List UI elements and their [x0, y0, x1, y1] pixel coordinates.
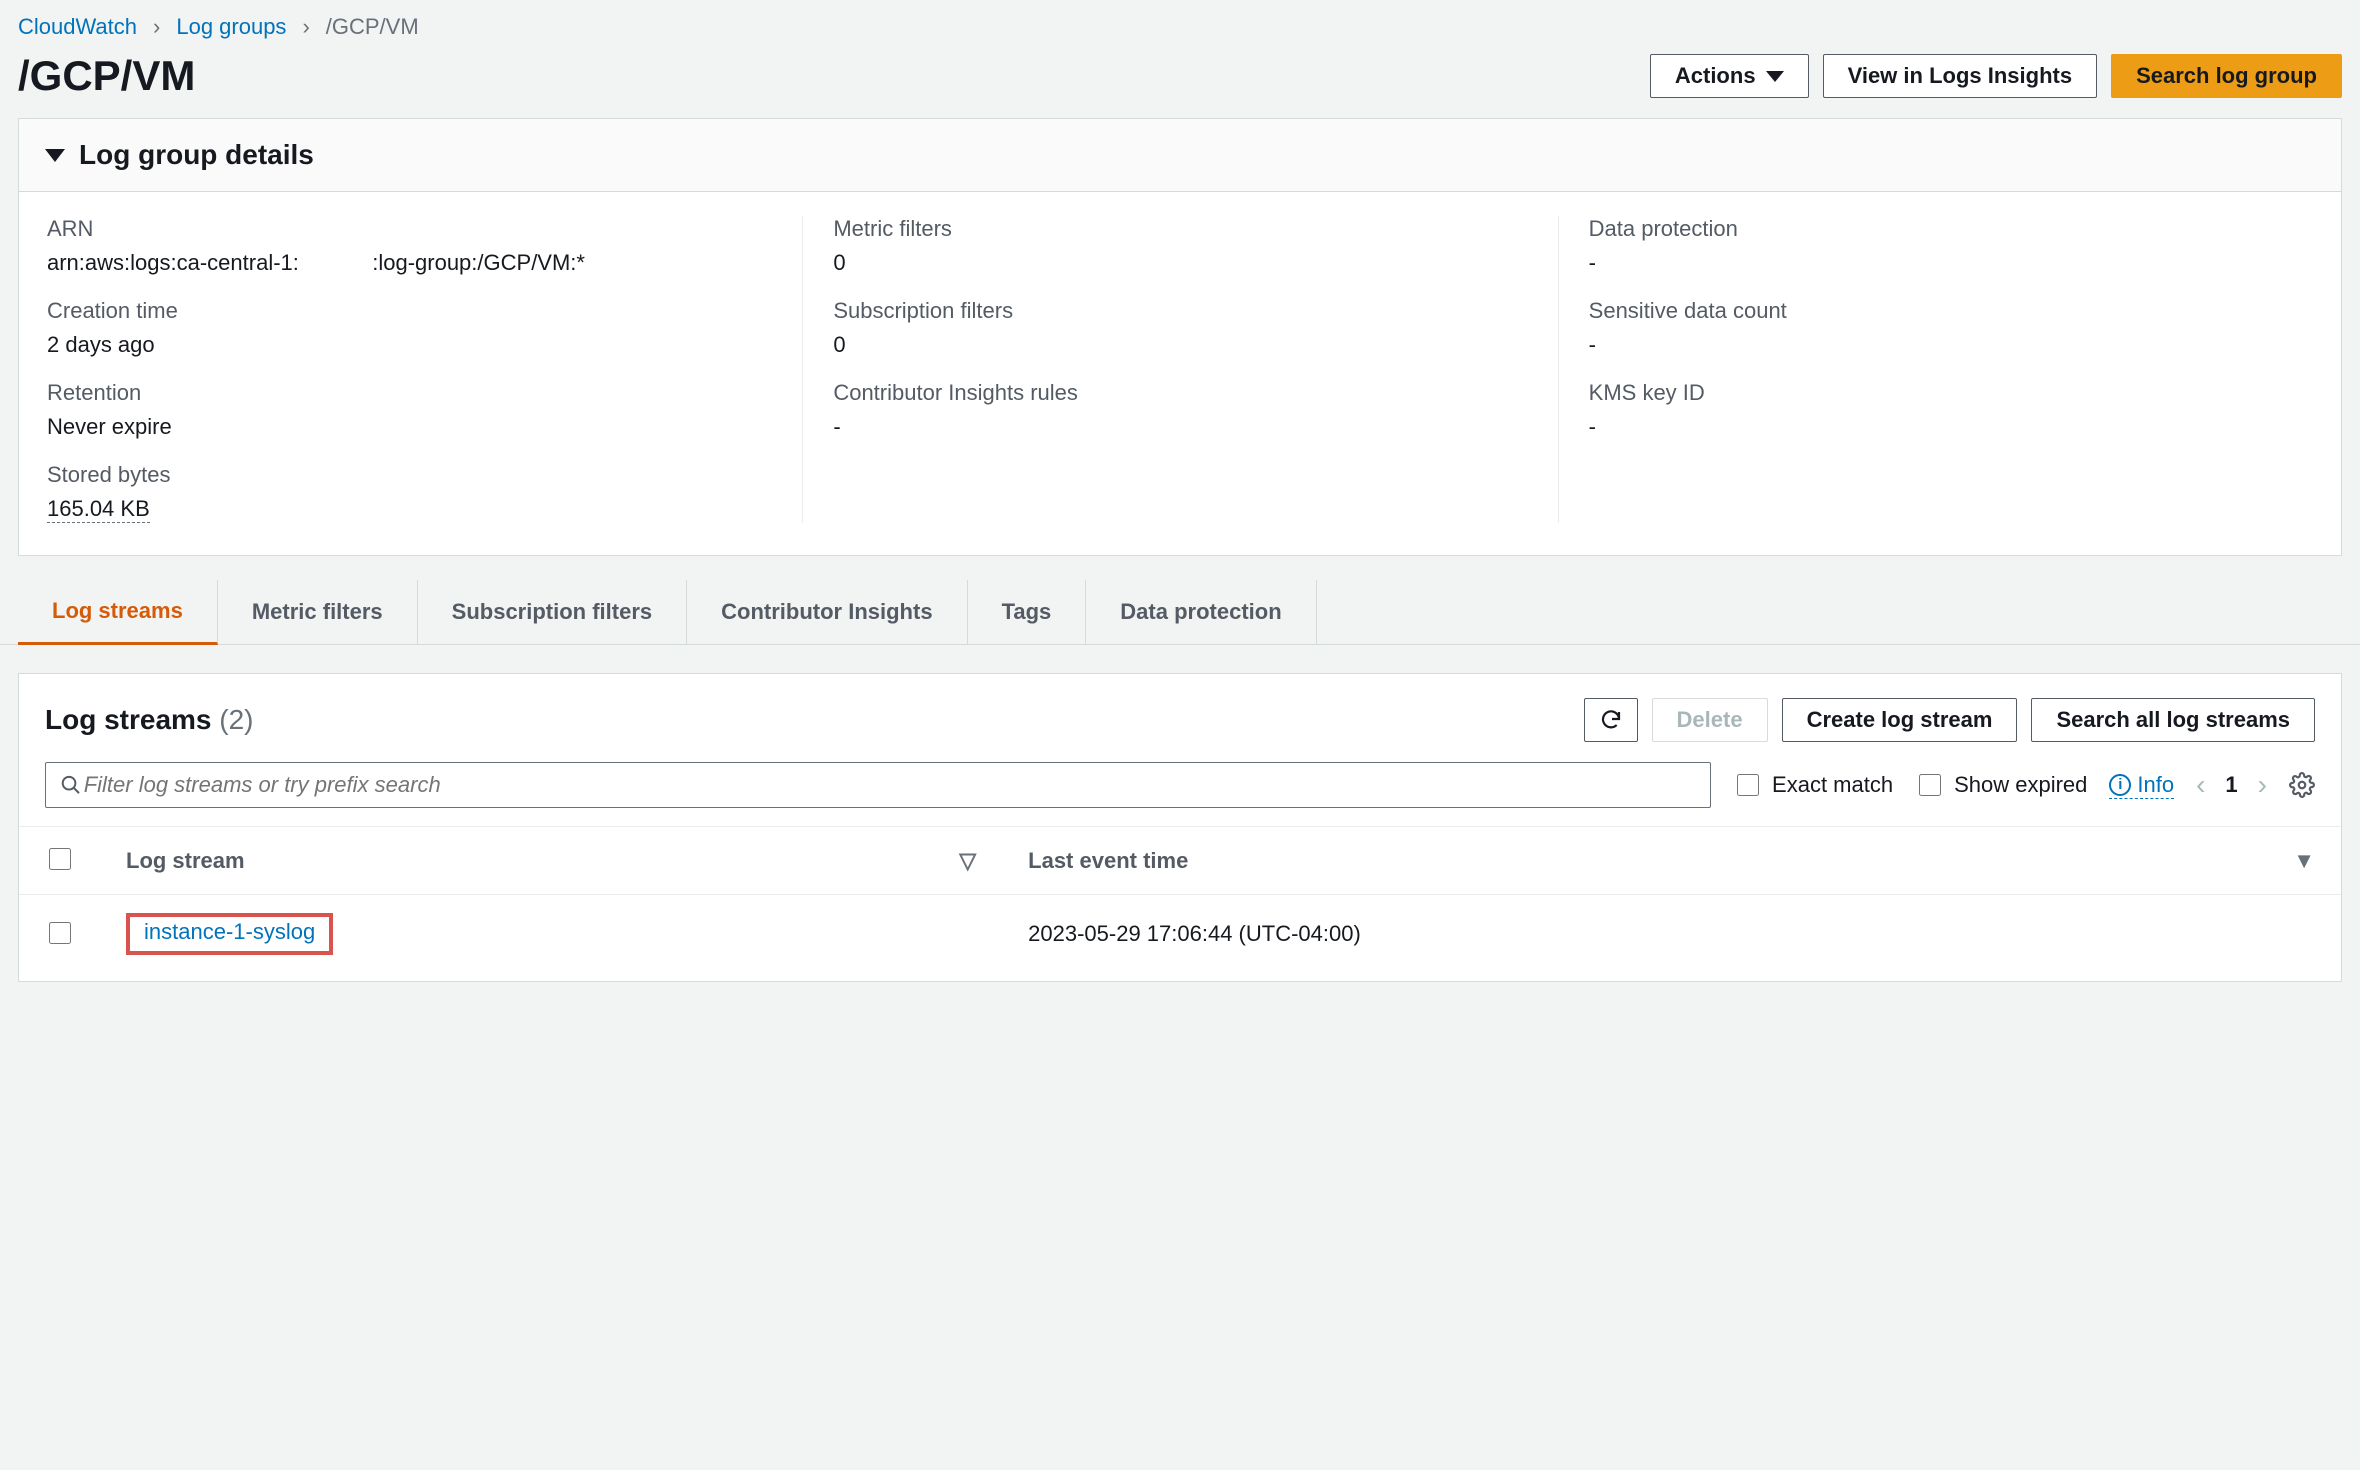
- streams-actions: Delete Create log stream Search all log …: [1584, 698, 2315, 742]
- highlight-annotation: instance-1-syslog: [126, 913, 333, 955]
- refresh-icon: [1599, 708, 1623, 732]
- pager: ‹ 1 ›: [2196, 769, 2267, 801]
- log-streams-table: Log stream ▽ Last event time ▼ instance-…: [19, 827, 2341, 973]
- creation-time-value: 2 days ago: [47, 332, 772, 358]
- settings-button[interactable]: [2289, 772, 2315, 798]
- stored-bytes-value: 165.04 KB: [47, 496, 772, 523]
- select-all-header: [19, 827, 100, 895]
- sort-icon: ▼: [2293, 848, 2315, 874]
- pager-prev[interactable]: ‹: [2196, 769, 2205, 801]
- detail-tabs: Log streams Metric filters Subscription …: [0, 580, 2360, 645]
- retention-value: Never expire: [47, 414, 772, 440]
- show-expired-option[interactable]: Show expired: [1915, 771, 2087, 799]
- data-protection-label: Data protection: [1589, 216, 2283, 242]
- table-row: instance-1-syslog 2023-05-29 17:06:44 (U…: [19, 895, 2341, 974]
- refresh-button[interactable]: [1584, 698, 1638, 742]
- tab-tags[interactable]: Tags: [968, 580, 1087, 644]
- details-col-3: Data protection - Sensitive data count -…: [1558, 216, 2313, 523]
- table-header-row: Log stream ▽ Last event time ▼: [19, 827, 2341, 895]
- last-event-time-cell: 2023-05-29 17:06:44 (UTC-04:00): [1002, 895, 2341, 974]
- exact-match-option[interactable]: Exact match: [1733, 771, 1893, 799]
- caret-down-icon: [1766, 71, 1784, 82]
- creation-time-label: Creation time: [47, 298, 772, 324]
- search-all-streams-button[interactable]: Search all log streams: [2031, 698, 2315, 742]
- tab-metric-filters[interactable]: Metric filters: [218, 580, 418, 644]
- details-panel-header[interactable]: Log group details: [19, 119, 2341, 192]
- arn-value: arn:aws:logs:ca-central-1: :log-group:/G…: [47, 250, 772, 276]
- details-panel-title: Log group details: [79, 139, 314, 171]
- create-log-stream-button[interactable]: Create log stream: [1782, 698, 2018, 742]
- arn-label: ARN: [47, 216, 772, 242]
- gear-icon: [2289, 772, 2315, 798]
- pager-next[interactable]: ›: [2258, 769, 2267, 801]
- row-checkbox[interactable]: [49, 922, 71, 944]
- collapse-triangle-icon: [45, 149, 65, 162]
- chevron-right-icon: ›: [302, 14, 309, 40]
- actions-button-label: Actions: [1675, 63, 1756, 89]
- show-expired-label: Show expired: [1954, 772, 2087, 798]
- sort-icon: ▽: [959, 848, 976, 874]
- select-all-checkbox[interactable]: [49, 848, 71, 870]
- metric-filters-value: 0: [833, 250, 1527, 276]
- page-header: /GCP/VM Actions View in Logs Insights Se…: [0, 48, 2360, 118]
- retention-label: Retention: [47, 380, 772, 406]
- delete-button[interactable]: Delete: [1652, 698, 1768, 742]
- streams-header: Log streams (2) Delete Create log stream…: [19, 674, 2341, 754]
- contributor-insights-value: -: [833, 414, 1527, 440]
- log-stream-link[interactable]: instance-1-syslog: [144, 919, 315, 944]
- streams-title: Log streams (2): [45, 704, 254, 736]
- info-link[interactable]: i Info: [2109, 772, 2174, 799]
- pager-page: 1: [2225, 772, 2237, 798]
- streams-filter-row: Exact match Show expired i Info ‹ 1 ›: [19, 754, 2341, 827]
- tab-log-streams[interactable]: Log streams: [18, 580, 218, 645]
- stored-bytes-label: Stored bytes: [47, 462, 772, 488]
- breadcrumb-current: /GCP/VM: [326, 14, 419, 40]
- chevron-right-icon: ›: [153, 14, 160, 40]
- breadcrumb: CloudWatch › Log groups › /GCP/VM: [0, 0, 2360, 48]
- sensitive-data-label: Sensitive data count: [1589, 298, 2283, 324]
- search-wrap[interactable]: [45, 762, 1711, 808]
- tab-subscription-filters[interactable]: Subscription filters: [418, 580, 687, 644]
- sensitive-data-value: -: [1589, 332, 2283, 358]
- exact-match-label: Exact match: [1772, 772, 1893, 798]
- actions-button[interactable]: Actions: [1650, 54, 1809, 98]
- page-title: /GCP/VM: [18, 52, 195, 100]
- col-log-stream[interactable]: Log stream ▽: [100, 827, 1002, 895]
- breadcrumb-parent[interactable]: Log groups: [176, 14, 286, 40]
- streams-count: (2): [219, 704, 253, 735]
- tab-data-protection[interactable]: Data protection: [1086, 580, 1316, 644]
- breadcrumb-root[interactable]: CloudWatch: [18, 14, 137, 40]
- details-col-2: Metric filters 0 Subscription filters 0 …: [802, 216, 1557, 523]
- log-streams-panel: Log streams (2) Delete Create log stream…: [18, 673, 2342, 982]
- data-protection-value: -: [1589, 250, 2283, 276]
- subscription-filters-label: Subscription filters: [833, 298, 1527, 324]
- kms-key-label: KMS key ID: [1589, 380, 2283, 406]
- header-actions: Actions View in Logs Insights Search log…: [1650, 54, 2342, 98]
- contributor-insights-label: Contributor Insights rules: [833, 380, 1527, 406]
- subscription-filters-value: 0: [833, 332, 1527, 358]
- metric-filters-label: Metric filters: [833, 216, 1527, 242]
- details-grid: ARN arn:aws:logs:ca-central-1: :log-grou…: [19, 192, 2341, 555]
- exact-match-checkbox[interactable]: [1737, 774, 1759, 796]
- show-expired-checkbox[interactable]: [1919, 774, 1941, 796]
- col-last-event-time[interactable]: Last event time ▼: [1002, 827, 2341, 895]
- search-log-group-button[interactable]: Search log group: [2111, 54, 2342, 98]
- log-group-details-panel: Log group details ARN arn:aws:logs:ca-ce…: [18, 118, 2342, 556]
- tab-contributor-insights[interactable]: Contributor Insights: [687, 580, 967, 644]
- details-col-1: ARN arn:aws:logs:ca-central-1: :log-grou…: [47, 216, 802, 523]
- kms-key-value: -: [1589, 414, 2283, 440]
- view-insights-button[interactable]: View in Logs Insights: [1823, 54, 2098, 98]
- filter-input[interactable]: [82, 771, 1696, 799]
- search-icon: [60, 774, 82, 796]
- info-icon: i: [2109, 774, 2131, 796]
